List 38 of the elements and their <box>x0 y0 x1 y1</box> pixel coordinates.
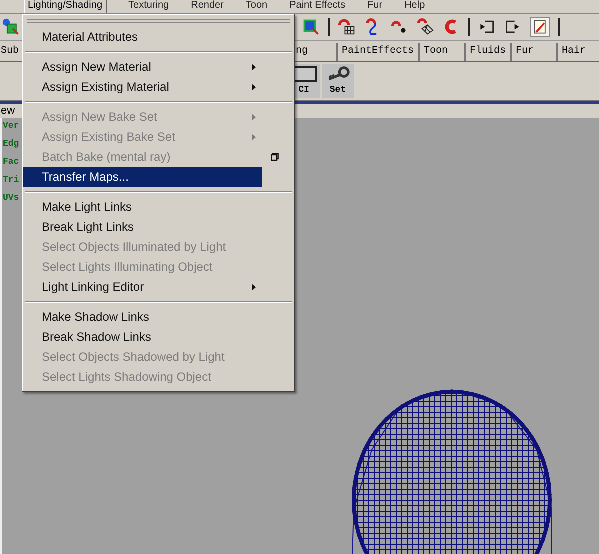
menu-bar-item[interactable]: Fur <box>368 0 383 13</box>
menu-item[interactable]: Assign Existing Material <box>23 77 262 97</box>
heads-up-label: Edg <box>3 139 20 149</box>
menu-bar-item[interactable]: Toon <box>246 0 268 13</box>
menu-item[interactable]: Light Linking Editor <box>23 277 262 297</box>
shelf-tab[interactable]: Hair <box>558 43 599 61</box>
shelf-button-label: Set <box>330 84 346 96</box>
output-icon[interactable] <box>504 18 522 36</box>
menu-bar-item[interactable]: Texturing <box>128 0 170 13</box>
menu-item[interactable]: Break Shadow Links <box>23 327 262 347</box>
shelf-tab[interactable]: Fur <box>512 43 558 61</box>
heads-up-label: Tri <box>3 175 20 185</box>
magnet-surface-icon[interactable] <box>416 18 434 36</box>
menu-item[interactable]: Transfer Maps... <box>23 167 262 187</box>
shelf-tab[interactable]: PaintEffects <box>338 43 420 61</box>
menu-item[interactable]: Make Shadow Links <box>23 307 262 327</box>
heads-up-label: Ver <box>3 121 20 131</box>
render-icon[interactable] <box>530 17 550 37</box>
menu-bar-item[interactable]: Paint Effects <box>290 0 346 13</box>
shelf-tab[interactable]: Fluids <box>466 43 512 61</box>
shelf-button[interactable]: Set <box>322 64 354 98</box>
menu-item[interactable]: Material Attributes <box>23 27 262 47</box>
heads-up-label: Fac <box>3 157 20 167</box>
select-tool-icon[interactable] <box>2 18 20 36</box>
menu-item[interactable]: Assign New Material <box>23 57 262 77</box>
input-icon[interactable] <box>478 18 496 36</box>
shelf-tab[interactable]: Sub <box>0 43 20 61</box>
menu-bar-item[interactable]: Render <box>191 0 224 13</box>
menu-item[interactable]: Break Light Links <box>23 217 262 237</box>
shelf-button-label: CI <box>298 84 310 96</box>
menu-bar-item[interactable]: Lighting/Shading <box>24 0 107 13</box>
shelf-tab[interactable]: Toon <box>420 43 466 61</box>
menu-bar-item[interactable]: Help <box>404 0 426 13</box>
magnet-grid-icon[interactable] <box>338 18 356 36</box>
magnet-point-icon[interactable] <box>390 18 408 36</box>
menu-item[interactable]: Make Light Links <box>23 197 262 217</box>
heads-up-label: UVs <box>3 193 20 203</box>
panel-menu-item[interactable]: ew <box>0 105 16 117</box>
